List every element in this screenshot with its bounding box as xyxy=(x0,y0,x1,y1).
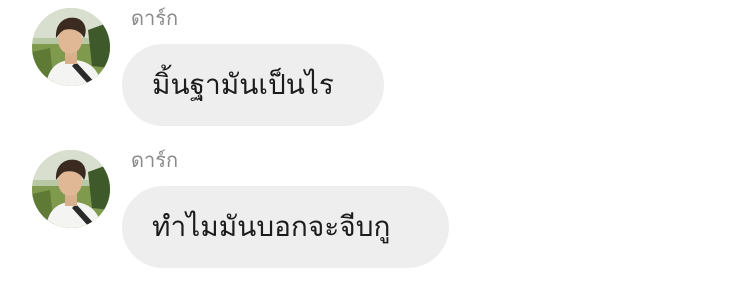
sender-avatar[interactable] xyxy=(32,8,110,86)
message-bubble[interactable]: ทำไมมันบอกจะจีบกู xyxy=(122,186,449,268)
chat-thread: ดาร์ก มิ้นฐามันเป็นไร ดาร์ก ทำไมมันบอกจะ… xyxy=(0,0,750,292)
profile-photo-icon xyxy=(32,150,110,228)
sender-name: ดาร์ก xyxy=(131,148,179,172)
profile-photo-icon xyxy=(32,8,110,86)
sender-avatar[interactable] xyxy=(32,150,110,228)
message-bubble[interactable]: มิ้นฐามันเป็นไร xyxy=(122,44,384,126)
sender-name: ดาร์ก xyxy=(131,6,179,30)
